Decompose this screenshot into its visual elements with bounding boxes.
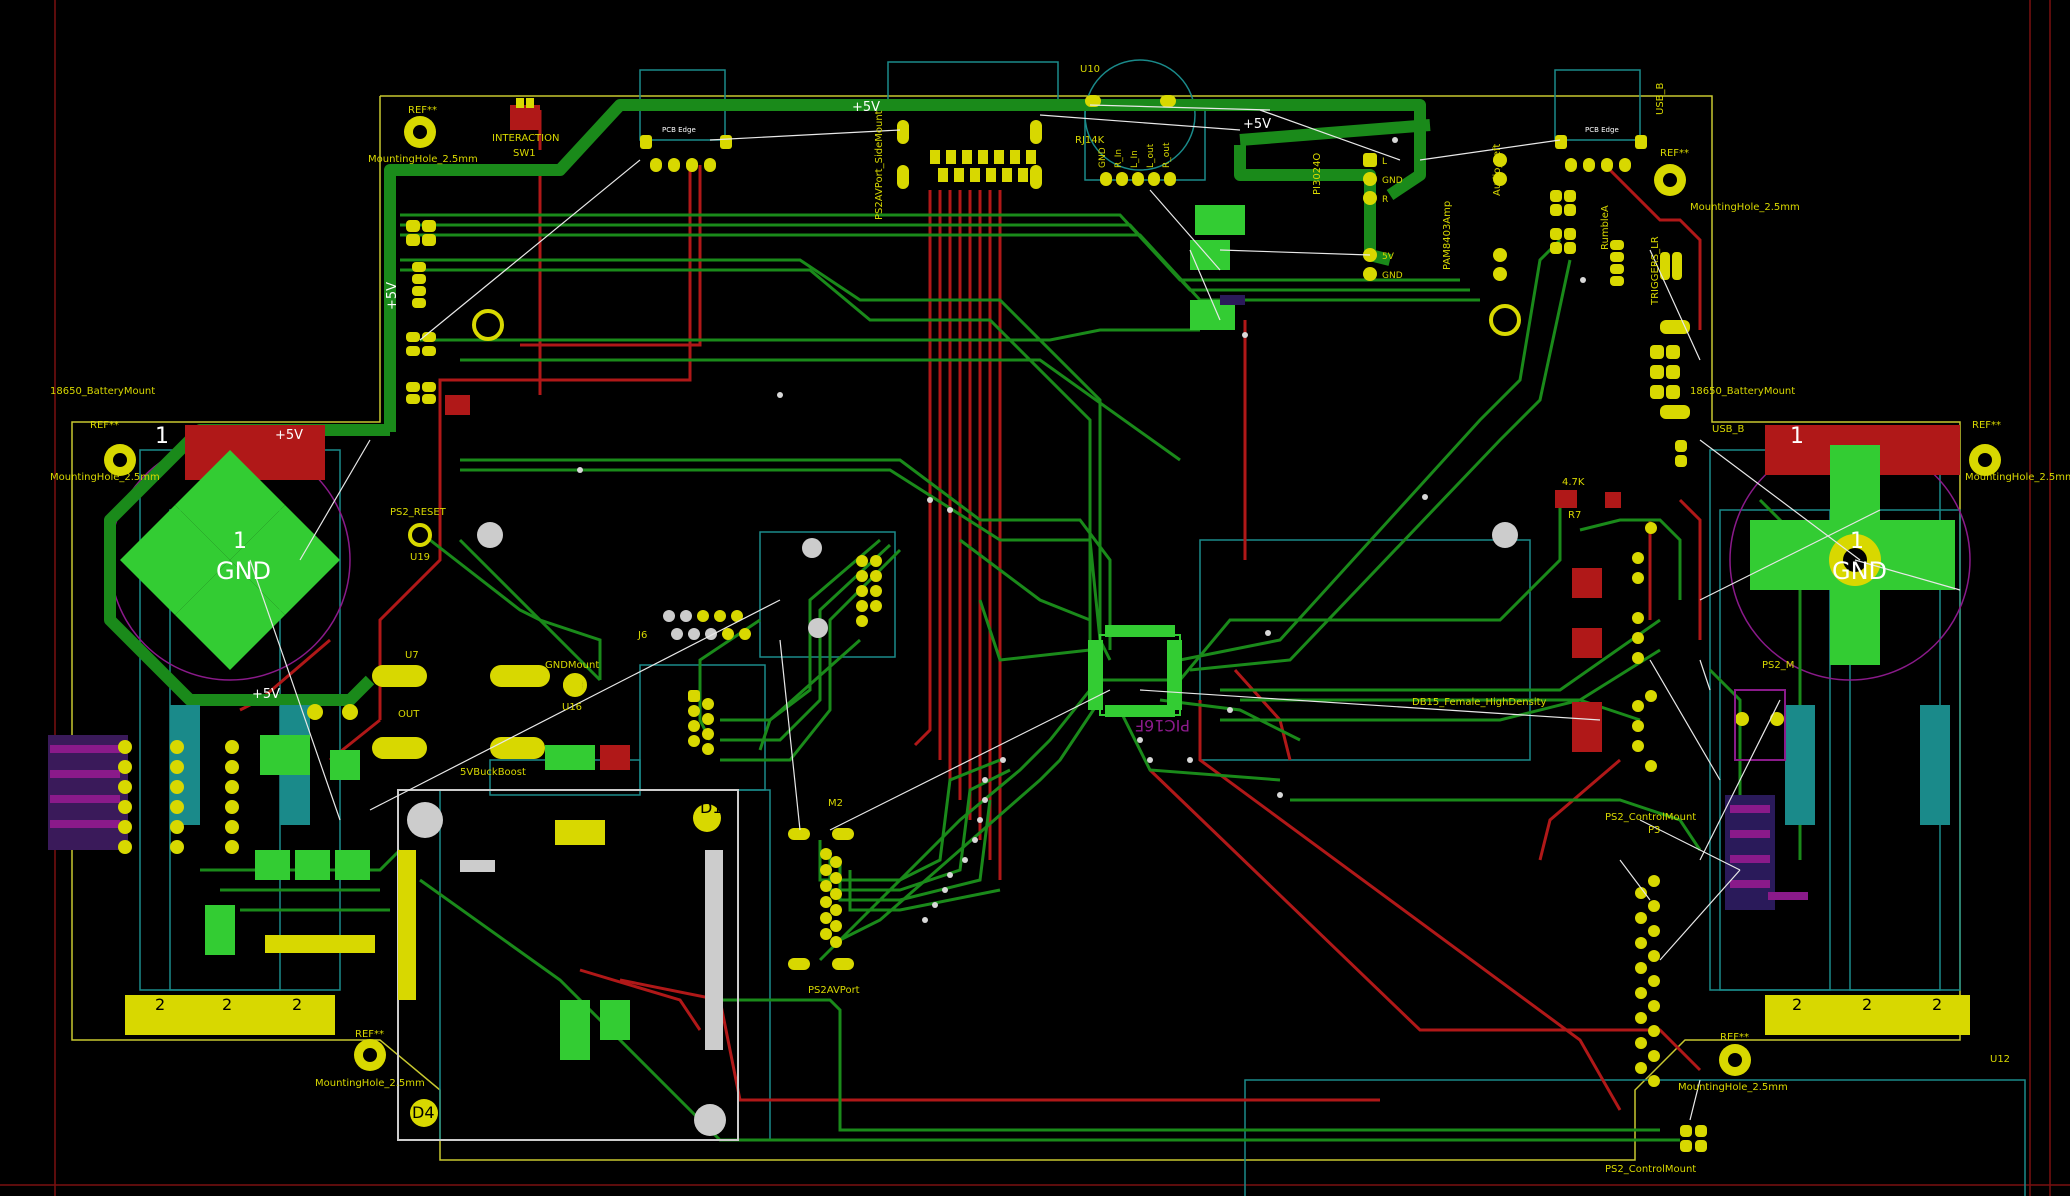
label-rumble-a: RumbleA [1600, 205, 1611, 250]
five-v-top-right: +5V [1243, 117, 1271, 132]
left-connector-block[interactable] [48, 735, 128, 850]
label-d4: D4 [412, 1103, 435, 1122]
buck-boost-module[interactable] [397, 745, 739, 1141]
label-sw1: SW1 [513, 148, 536, 159]
label-audio-left: Audio_Left [1492, 144, 1503, 196]
label-ps2av-port: PS2AVPort [808, 985, 860, 996]
label-u12: U12 [1990, 1054, 2010, 1065]
gnd-label-left: GND [216, 557, 271, 585]
label-usb-b-top: USB_B [1655, 82, 1666, 115]
label-ps2-control-mount-bottom: PS2_ControlMount [1605, 1164, 1696, 1175]
label-pcb-edge-left: PCB Edge [662, 126, 696, 134]
label-ref-3: REF** [1972, 420, 2001, 431]
label-usb-b-right: USB_B [1712, 424, 1745, 435]
pad-2-f: 2 [1932, 995, 1942, 1014]
vias [577, 137, 1586, 923]
smd-resistor [445, 395, 470, 415]
ratsnest [249, 104, 1961, 1121]
label-mounting-hole-6: MountingHole_2.5mm [1678, 1082, 1788, 1093]
svg-text:GND: GND [1382, 271, 1403, 281]
svg-text:L: L [1382, 157, 1387, 167]
five-v-top: +5V [852, 100, 880, 115]
label-mounting-hole-5: MountingHole_2.5mm [315, 1078, 425, 1089]
label-ref-1: REF** [408, 105, 437, 116]
svg-text:L_out: L_out [1146, 143, 1156, 168]
pad-1-center-right: 1 [1850, 529, 1864, 554]
label-p3: P3 [1648, 825, 1660, 836]
label-rj14k: RJ14K [1075, 135, 1105, 146]
label-ref-6: REF** [1720, 1032, 1749, 1043]
label-battery-right: 18650_BatteryMount [1690, 386, 1795, 397]
five-v-vertical: +5V [385, 282, 400, 310]
label-m2: M2 [828, 798, 843, 809]
label-mounting-hole-2: MountingHole_2.5mm [1690, 202, 1800, 213]
label-battery-left: 18650_BatteryMount [50, 386, 155, 397]
pad-2-d: 2 [1792, 995, 1802, 1014]
label-sv-buck: 5VBuckBoost [460, 767, 526, 778]
svg-text:5V: 5V [1382, 252, 1395, 262]
label-gnd-mount: GNDMount [545, 660, 599, 671]
label-u19: U19 [410, 552, 430, 563]
label-pic-mirror: PIC16F [1135, 716, 1190, 735]
label-ps2-m: PS2_M [1762, 660, 1794, 671]
label-triggers: TRIGGERS_LR [1650, 236, 1661, 306]
ps2-control-header[interactable] [1635, 875, 1707, 1152]
ps2-av-connector[interactable] [897, 120, 1042, 189]
label-d1: D1 [700, 798, 723, 817]
five-v-left-top: +5V [275, 428, 303, 443]
db15-connector[interactable] [1632, 522, 1657, 772]
pad-1-right: 1 [1790, 424, 1804, 449]
center-ic-u8[interactable] [1088, 625, 1182, 717]
pad-2-a: 2 [155, 995, 165, 1014]
battery-negative-pads [125, 995, 1970, 1035]
svg-text:GND: GND [1098, 147, 1108, 168]
five-v-left-bottom: +5V [252, 687, 280, 702]
label-j6: J6 [637, 630, 647, 641]
label-db15: DB15_Female_HighDensity [1412, 697, 1547, 708]
power-bus-5v [104, 99, 1431, 706]
label-pam8403: PAM8403Amp [1442, 201, 1453, 270]
label-mounting-hole-1: MountingHole_2.5mm [368, 154, 478, 165]
pad-1-center-left: 1 [233, 529, 247, 554]
label-r7-value: 4.7K [1562, 477, 1585, 488]
pad-2-c: 2 [292, 995, 302, 1014]
label-mounting-hole-4: MountingHole_2.5mm [1965, 472, 2070, 483]
pad-1-left: 1 [155, 424, 169, 449]
label-u10: U10 [1080, 64, 1100, 75]
label-r7: R7 [1568, 510, 1581, 521]
pad-2-e: 2 [1862, 995, 1872, 1014]
svg-text:R: R [1382, 195, 1388, 205]
pcb-canvas[interactable]: U10 RJ14K INTERACTION SW1 PCB Edge PCB E… [0, 0, 2070, 1196]
label-out: OUT [398, 709, 420, 720]
pad-2-b: 2 [222, 995, 232, 1014]
label-interaction: INTERACTION [492, 133, 559, 144]
label-ps2-control-mount: PS2_ControlMount [1605, 812, 1696, 823]
label-ref-4: REF** [1660, 148, 1689, 159]
label-ps2-reset: PS2_RESET [390, 507, 447, 518]
label-u7: U7 [405, 650, 419, 661]
svg-text:GND: GND [1382, 176, 1403, 186]
label-pi3024: PI3024O [1312, 153, 1323, 195]
label-u16: U16 [562, 702, 582, 713]
label-ps2av-sidemount: PS2AVPort_SideMount [874, 110, 885, 220]
label-pcb-edge-right: PCB Edge [1585, 126, 1619, 134]
gnd-label-right: GND [1832, 557, 1887, 585]
interaction-switch[interactable] [510, 98, 540, 130]
label-ref-5: REF** [355, 1029, 384, 1040]
svg-text:R_In: R_In [1114, 149, 1124, 168]
left-header-stack[interactable] [406, 220, 436, 404]
label-ref-2: REF** [90, 420, 119, 431]
right-header-stack[interactable] [1550, 190, 1690, 467]
svg-text:R_out: R_out [1162, 142, 1172, 168]
rj14k-pin-labels: GND R_In L_In L_out R_out [1098, 142, 1172, 168]
label-mounting-hole-3: MountingHole_2.5mm [50, 472, 160, 483]
svg-text:L_In: L_In [1130, 150, 1140, 168]
